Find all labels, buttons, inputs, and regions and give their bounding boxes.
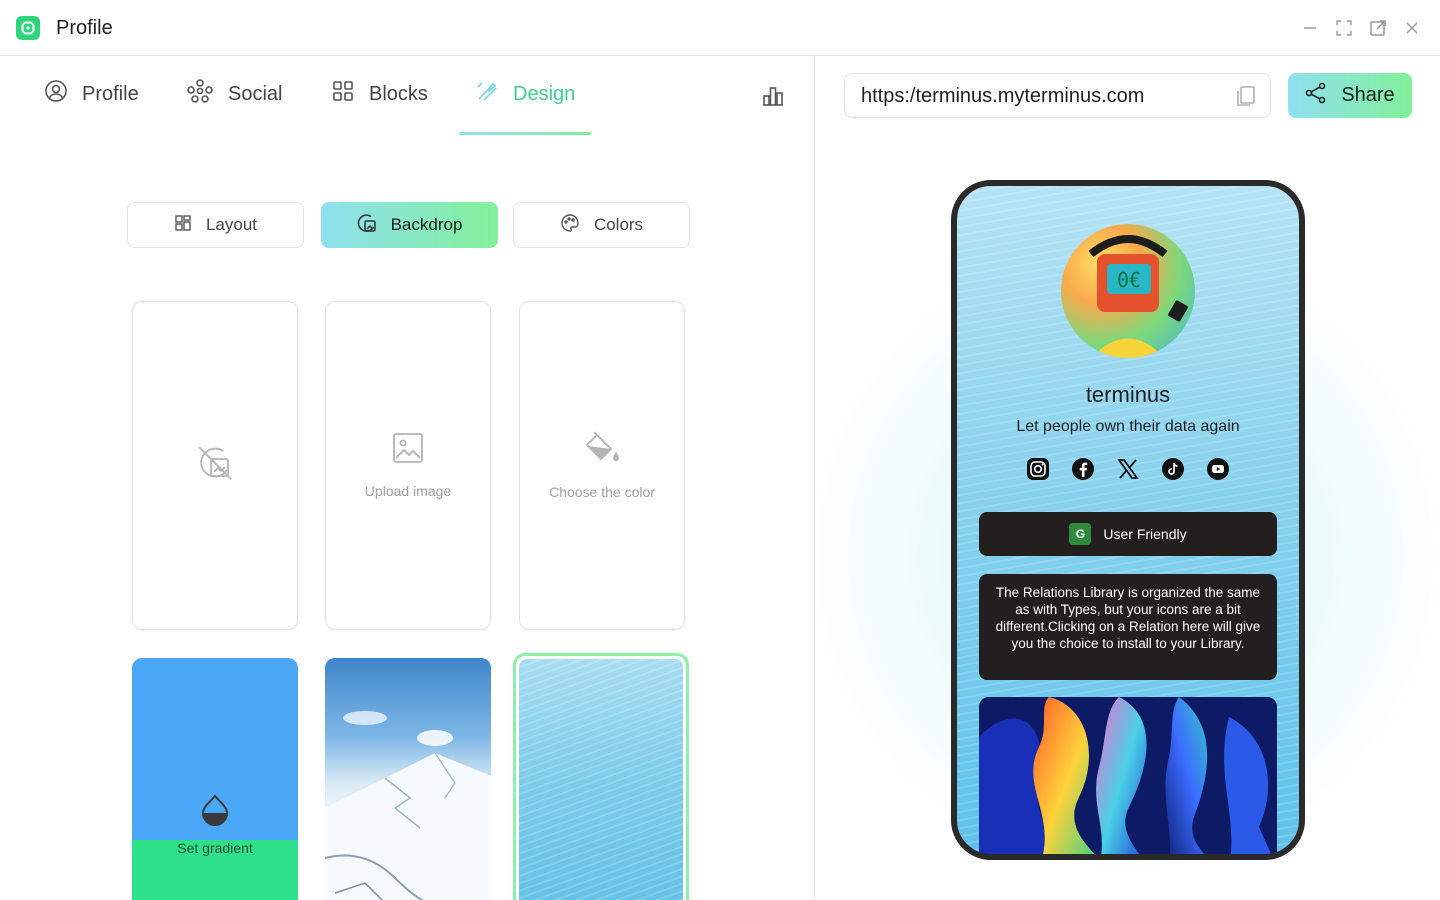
layout-label: Layout	[205, 215, 258, 234]
no-image-icon	[196, 444, 234, 487]
share-label: Share	[1341, 84, 1395, 106]
profile-bio: Let people own their data again	[1016, 418, 1240, 435]
g-badge-icon: G	[1069, 523, 1092, 545]
youtube-icon[interactable]	[1206, 456, 1231, 481]
no-backdrop-option[interactable]	[132, 301, 298, 630]
share-icon	[1305, 82, 1327, 110]
x-icon[interactable]	[1116, 456, 1141, 481]
water-backdrop-option-selected[interactable]	[513, 653, 689, 900]
fullscreen-icon[interactable]	[1333, 17, 1355, 39]
app-title: Profile	[56, 17, 113, 39]
colors-label: Colors	[593, 215, 644, 234]
abstract-art-image	[979, 697, 1277, 854]
preview-panel: https:/terminus.myterminus.com Share 0€ …	[816, 56, 1440, 900]
layout-icon	[174, 214, 192, 237]
tab-design[interactable]: Design	[475, 80, 575, 108]
tab-social-label: Social	[228, 82, 283, 105]
svg-text:0€: 0€	[1117, 268, 1141, 292]
upload-image-option[interactable]: Upload image	[325, 301, 491, 630]
user-friendly-link[interactable]: G User Friendly	[979, 512, 1277, 556]
tab-profile-label: Profile	[82, 82, 139, 105]
choose-color-option[interactable]: Choose the color	[519, 301, 685, 630]
phone-preview: 0€ terminus Let people own their data ag…	[951, 180, 1305, 860]
grid-icon	[331, 79, 355, 109]
copy-icon[interactable]	[1236, 85, 1256, 112]
mountain-image	[325, 711, 491, 900]
social-network-icon	[186, 78, 214, 110]
backdrop-button[interactable]: Backdrop	[321, 202, 498, 248]
set-gradient-label: Set gradient	[177, 840, 253, 856]
paint-bucket-icon	[583, 431, 621, 470]
open-external-icon[interactable]	[1367, 17, 1389, 39]
choose-color-label: Choose the color	[549, 484, 655, 500]
mountain-backdrop-option[interactable]	[325, 658, 491, 900]
profile-url-text: https:/terminus.myterminus.com	[861, 85, 1145, 107]
close-icon[interactable]	[1401, 17, 1423, 39]
facebook-icon[interactable]	[1071, 456, 1096, 481]
profile-url-field[interactable]: https:/terminus.myterminus.com	[844, 73, 1271, 118]
upload-image-label: Upload image	[364, 483, 452, 499]
design-panel: Profile Social Blocks Design Layout Back…	[0, 56, 815, 900]
tiktok-icon[interactable]	[1161, 456, 1186, 481]
tab-design-label: Design	[513, 82, 576, 105]
brush-icon	[475, 79, 499, 109]
tab-blocks[interactable]: Blocks	[331, 80, 428, 108]
user-circle-icon	[44, 79, 68, 109]
instagram-icon[interactable]	[1026, 456, 1051, 481]
water-image	[519, 659, 683, 900]
tab-social[interactable]: Social	[186, 78, 283, 110]
profile-name: terminus	[1085, 382, 1171, 407]
image-icon	[392, 432, 424, 469]
active-tab-indicator	[459, 132, 591, 135]
app-logo-icon	[16, 16, 40, 40]
layout-button[interactable]: Layout	[127, 202, 304, 248]
gradient-option[interactable]: Set gradient	[132, 658, 298, 900]
colors-button[interactable]: Colors	[513, 202, 690, 248]
text-block: The Relations Library is organized the s…	[979, 574, 1277, 680]
stats-icon[interactable]	[761, 84, 785, 108]
gradient-drop-icon	[200, 794, 230, 831]
share-button[interactable]: Share	[1288, 73, 1412, 118]
title-bar: Profile	[0, 0, 1440, 56]
tab-profile[interactable]: Profile	[44, 80, 139, 108]
minimize-icon[interactable]	[1299, 17, 1321, 39]
avatar: 0€	[1061, 224, 1195, 358]
social-links	[957, 456, 1299, 481]
backdrop-icon	[357, 213, 377, 238]
palette-icon	[560, 213, 580, 238]
backdrop-label: Backdrop	[390, 215, 463, 234]
tab-blocks-label: Blocks	[369, 82, 428, 105]
user-friendly-label: User Friendly	[1103, 526, 1187, 542]
